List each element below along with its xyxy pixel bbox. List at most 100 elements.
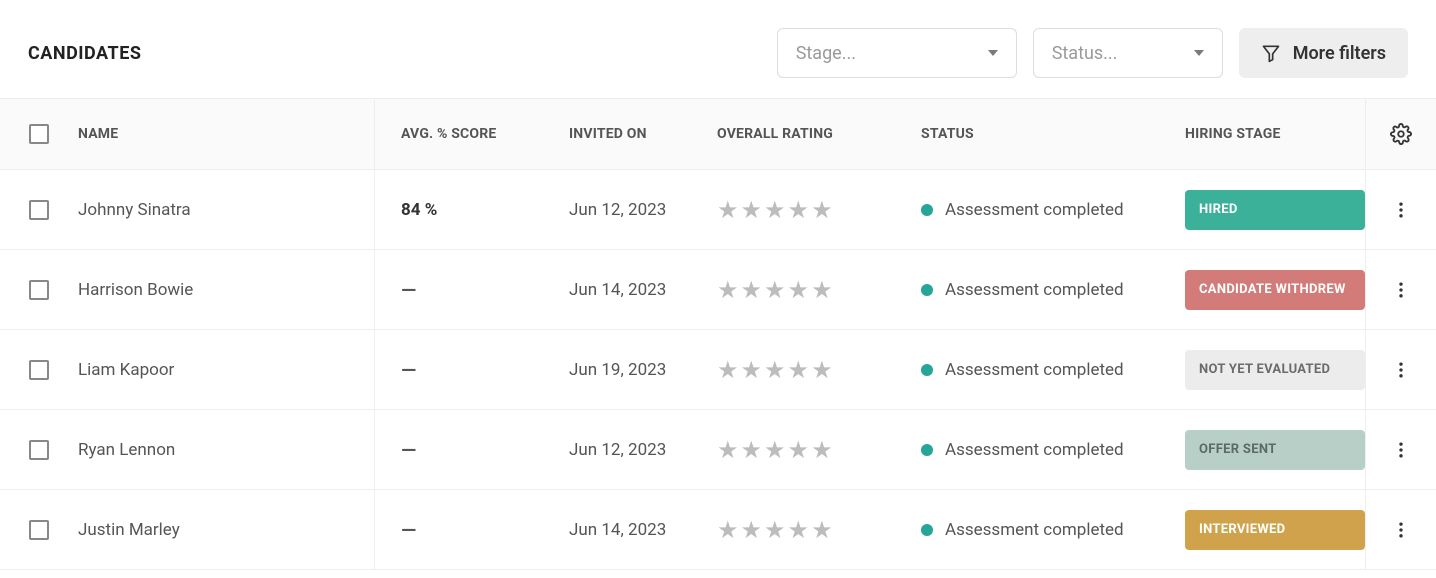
star-icon: ★ [741,278,763,302]
star-icon: ★ [764,438,786,462]
star-icon: ★ [788,358,810,382]
more-filters-label: More filters [1293,43,1386,64]
candidate-name[interactable]: Liam Kapoor [78,360,174,380]
more-filters-button[interactable]: More filters [1239,28,1408,78]
candidate-name[interactable]: Justin Marley [78,520,180,540]
candidate-rating-stars[interactable]: ★ ★ ★ ★ ★ [717,438,921,462]
column-header-rating[interactable]: OVERALL RATING [717,126,921,142]
column-header-score[interactable]: AVG. % SCORE [375,126,569,142]
star-icon: ★ [811,278,833,302]
candidate-rating-stars[interactable]: ★ ★ ★ ★ ★ [717,278,921,302]
candidate-status: Assessment completed [921,360,1185,380]
row-checkbox[interactable] [29,440,49,460]
star-icon: ★ [764,518,786,542]
candidate-status: Assessment completed [921,440,1185,460]
status-select[interactable]: Status... [1033,28,1223,78]
candidate-status-text: Assessment completed [945,200,1124,220]
candidate-score: — [375,278,569,302]
candidate-invited: Jun 19, 2023 [569,360,717,380]
row-checkbox[interactable] [29,200,49,220]
star-icon: ★ [788,278,810,302]
star-icon: ★ [717,518,739,542]
table-row: Ryan Lennon — Jun 12, 2023 ★ ★ ★ ★ ★ Ass… [0,410,1436,490]
star-icon: ★ [788,518,810,542]
star-icon: ★ [811,438,833,462]
stage-select-placeholder: Stage... [796,43,856,64]
table-row: Harrison Bowie — Jun 14, 2023 ★ ★ ★ ★ ★ … [0,250,1436,330]
gear-icon[interactable] [1390,123,1412,145]
status-dot-icon [921,364,933,376]
stage-select[interactable]: Stage... [777,28,1017,78]
more-vertical-icon[interactable] [1391,520,1411,540]
page-title: CANDIDATES [28,43,141,64]
candidate-status: Assessment completed [921,520,1185,540]
candidate-rating-stars[interactable]: ★ ★ ★ ★ ★ [717,198,921,222]
star-icon: ★ [811,198,833,222]
select-all-checkbox[interactable] [29,124,49,144]
candidates-table: NAME AVG. % SCORE INVITED ON OVERALL RAT… [0,98,1436,570]
status-select-placeholder: Status... [1052,43,1118,64]
star-icon: ★ [741,198,763,222]
star-icon: ★ [741,518,763,542]
candidate-name[interactable]: Ryan Lennon [78,440,175,460]
hiring-stage-badge[interactable]: NOT YET EVALUATED [1185,350,1365,390]
column-header-name[interactable]: NAME [78,126,374,142]
star-icon: ★ [788,438,810,462]
candidate-rating-stars[interactable]: ★ ★ ★ ★ ★ [717,358,921,382]
status-dot-icon [921,204,933,216]
status-dot-icon [921,284,933,296]
hiring-stage-badge[interactable]: OFFER SENT [1185,430,1365,470]
chevron-down-icon [1194,50,1204,56]
candidate-score: 84 % [375,200,569,220]
candidate-status-text: Assessment completed [945,520,1124,540]
star-icon: ★ [717,198,739,222]
more-vertical-icon[interactable] [1391,280,1411,300]
table-header-row: NAME AVG. % SCORE INVITED ON OVERALL RAT… [0,98,1436,170]
candidate-rating-stars[interactable]: ★ ★ ★ ★ ★ [717,518,921,542]
star-icon: ★ [811,518,833,542]
hiring-stage-badge[interactable]: HIRED [1185,190,1365,230]
star-icon: ★ [764,278,786,302]
hiring-stage-badge[interactable]: INTERVIEWED [1185,510,1365,550]
table-row: Liam Kapoor — Jun 19, 2023 ★ ★ ★ ★ ★ Ass… [0,330,1436,410]
star-icon: ★ [788,198,810,222]
star-icon: ★ [764,358,786,382]
candidate-invited: Jun 12, 2023 [569,200,717,220]
chevron-down-icon [988,50,998,56]
candidate-status: Assessment completed [921,280,1185,300]
candidate-name[interactable]: Johnny Sinatra [78,200,191,220]
row-checkbox[interactable] [29,520,49,540]
table-row: Johnny Sinatra 84 % Jun 12, 2023 ★ ★ ★ ★… [0,170,1436,250]
candidate-score: — [375,358,569,382]
more-vertical-icon[interactable] [1391,440,1411,460]
status-dot-icon [921,524,933,536]
star-icon: ★ [811,358,833,382]
column-header-invited[interactable]: INVITED ON [569,126,717,142]
column-header-stage[interactable]: HIRING STAGE [1185,126,1365,142]
header-bar: CANDIDATES Stage... Status... More filte… [0,0,1436,98]
header-controls: Stage... Status... More filters [777,28,1408,78]
hiring-stage-badge[interactable]: CANDIDATE WITHDREW [1185,270,1365,310]
row-checkbox[interactable] [29,360,49,380]
candidate-name[interactable]: Harrison Bowie [78,280,193,300]
more-vertical-icon[interactable] [1391,360,1411,380]
candidate-status-text: Assessment completed [945,280,1124,300]
status-dot-icon [921,444,933,456]
column-header-status[interactable]: STATUS [921,126,1185,142]
star-icon: ★ [717,438,739,462]
candidate-invited: Jun 14, 2023 [569,520,717,540]
candidate-invited: Jun 14, 2023 [569,280,717,300]
star-icon: ★ [717,358,739,382]
candidate-score: — [375,518,569,542]
star-icon: ★ [741,438,763,462]
row-checkbox[interactable] [29,280,49,300]
candidate-score: — [375,438,569,462]
star-icon: ★ [764,198,786,222]
table-row: Justin Marley — Jun 14, 2023 ★ ★ ★ ★ ★ A… [0,490,1436,570]
more-vertical-icon[interactable] [1391,200,1411,220]
star-icon: ★ [741,358,763,382]
candidate-status: Assessment completed [921,200,1185,220]
candidate-invited: Jun 12, 2023 [569,440,717,460]
candidate-status-text: Assessment completed [945,360,1124,380]
candidate-status-text: Assessment completed [945,440,1124,460]
